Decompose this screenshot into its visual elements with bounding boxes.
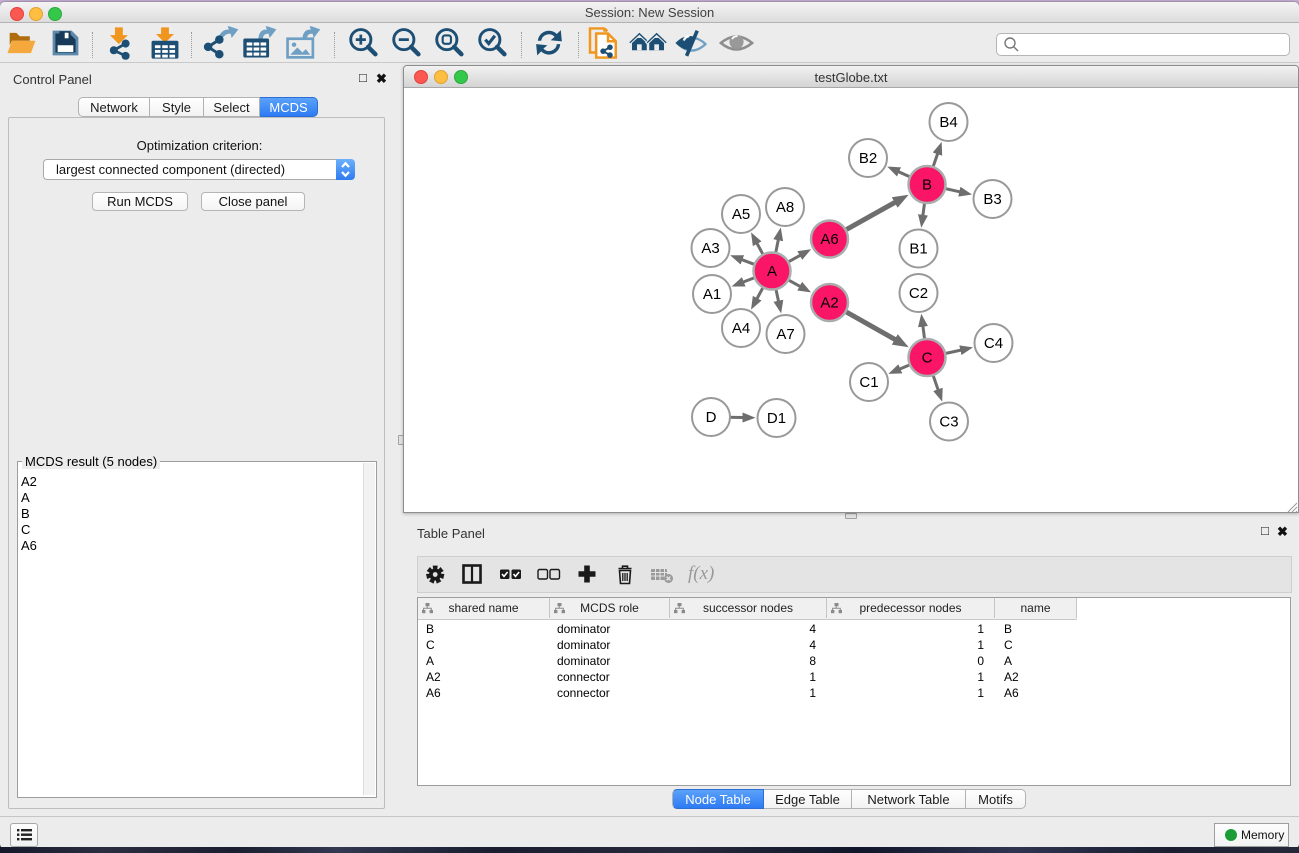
svg-text:A5: A5 bbox=[732, 206, 750, 223]
svg-text:D1: D1 bbox=[767, 410, 786, 427]
svg-text:B1: B1 bbox=[909, 241, 927, 258]
svg-text:A7: A7 bbox=[776, 326, 794, 343]
svg-text:B3: B3 bbox=[983, 191, 1001, 208]
svg-text:A4: A4 bbox=[732, 320, 750, 337]
svg-text:A3: A3 bbox=[701, 240, 719, 257]
svg-text:B: B bbox=[922, 177, 932, 194]
svg-text:A6: A6 bbox=[820, 231, 838, 248]
svg-text:C4: C4 bbox=[984, 335, 1003, 352]
svg-text:C3: C3 bbox=[939, 414, 958, 431]
svg-text:A: A bbox=[767, 263, 777, 280]
svg-text:C2: C2 bbox=[909, 285, 928, 302]
svg-text:D: D bbox=[706, 409, 717, 426]
svg-text:B4: B4 bbox=[939, 114, 957, 131]
svg-text:B2: B2 bbox=[859, 150, 877, 167]
svg-text:A2: A2 bbox=[820, 295, 838, 312]
svg-text:A1: A1 bbox=[703, 286, 721, 303]
svg-text:C: C bbox=[922, 350, 933, 367]
svg-text:C1: C1 bbox=[859, 374, 878, 391]
svg-text:A8: A8 bbox=[776, 199, 794, 216]
